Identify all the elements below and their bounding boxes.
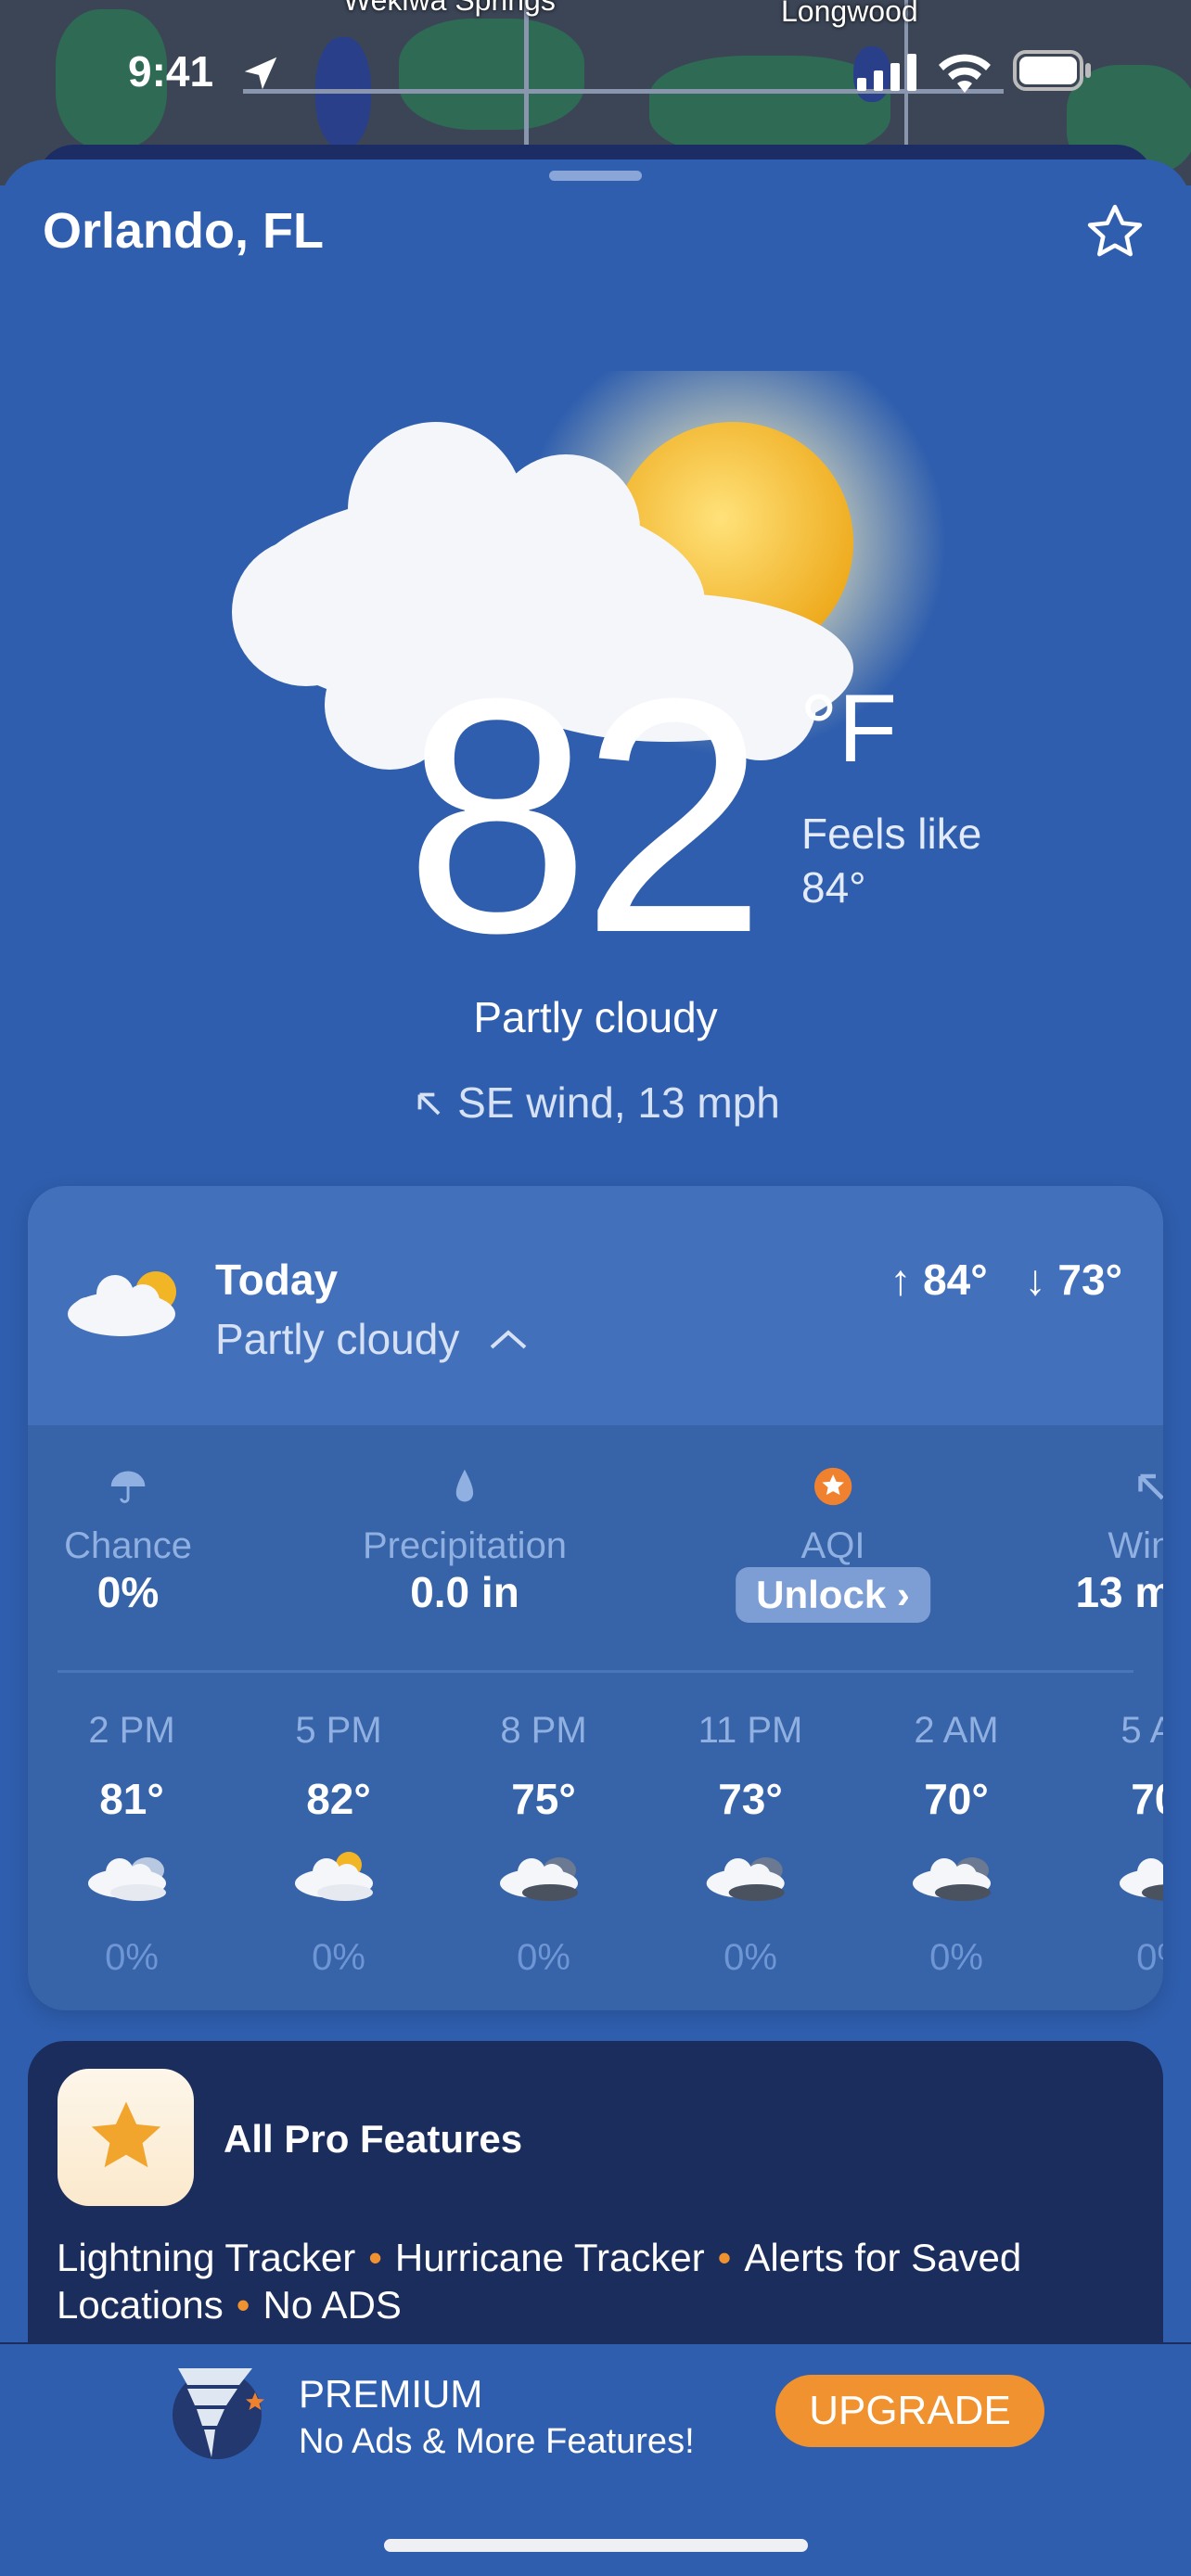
hourly-item: 2 PM 81° 0% xyxy=(81,1710,183,1979)
wifi-icon xyxy=(939,54,991,93)
hour-chance: 0% xyxy=(105,1937,159,1978)
wind-text: SE wind, 13 mph xyxy=(457,1078,780,1127)
city-title: Orlando, FL xyxy=(43,203,324,259)
feature-item: Lightning Tracker xyxy=(57,2236,356,2279)
temperature-unit[interactable]: °F xyxy=(800,681,897,777)
hour-temp: 75° xyxy=(511,1775,576,1823)
stat-chance: Chance 0% xyxy=(64,1466,192,1617)
stat-label: AQI xyxy=(800,1525,865,1566)
today-header[interactable]: Today Partly cloudy ↑ 84° ↓ 73° xyxy=(28,1186,1163,1425)
hour-temp: 73° xyxy=(718,1775,783,1823)
stat-value: 13 mph xyxy=(1075,1568,1163,1616)
hour-chance: 0% xyxy=(929,1937,983,1978)
arrow-up-left-icon xyxy=(417,1092,441,1116)
stat-label: Precipitation xyxy=(362,1525,568,1566)
today-forecast-card: Today Partly cloudy ↑ 84° ↓ 73° Chance 0%… xyxy=(28,1186,1163,2010)
bullet: • xyxy=(368,2236,382,2279)
hour-temp: 70° xyxy=(1131,1775,1163,1823)
stat-label: Chance xyxy=(64,1525,192,1566)
drop-icon xyxy=(455,1469,474,1502)
hourly-item: 5 PM 82° 0% xyxy=(288,1710,390,1979)
pro-title: All Pro Features xyxy=(224,2117,523,2161)
hour-time: 11 PM xyxy=(698,1710,803,1751)
current-temperature: 82 xyxy=(404,630,766,1002)
hourly-item: 11 PM 73° 0% xyxy=(698,1710,803,1979)
feature-item: Hurricane Tracker xyxy=(394,2236,705,2279)
location-arrow-icon xyxy=(244,57,277,90)
stat-label: Wind xyxy=(1108,1525,1163,1566)
map-label: Longwood xyxy=(781,0,918,28)
hour-time: 2 AM xyxy=(914,1710,999,1751)
today-title: Today xyxy=(215,1256,339,1304)
star-icon xyxy=(91,2101,161,2168)
partly-cloudy-icon xyxy=(288,1844,390,1913)
upgrade-button[interactable]: UPGRADE xyxy=(775,2375,1044,2447)
hourly-item: 5 AM 70° 0% xyxy=(1112,1710,1163,1979)
cloudy-night-icon xyxy=(905,1844,1007,1913)
premium-subtitle: No Ads & More Features! xyxy=(299,2422,695,2461)
hourly-item: 8 PM 75° 0% xyxy=(493,1710,595,1979)
map-label: Wekiwa Springs xyxy=(343,0,556,17)
hour-temp: 82° xyxy=(306,1775,371,1823)
high-low: ↑ 84° ↓ 73° xyxy=(890,1255,1122,1305)
low-temp: ↓ 73° xyxy=(1024,1256,1122,1304)
hour-time: 5 AM xyxy=(1121,1710,1163,1751)
star-outline-icon[interactable] xyxy=(1083,200,1146,263)
hour-time: 5 PM xyxy=(295,1710,382,1751)
divider xyxy=(58,1670,1133,1673)
aqi-unlock-button[interactable]: Unlock › xyxy=(736,1567,930,1623)
feature-item: Alerts for Saved xyxy=(744,2236,1022,2279)
hour-chance: 0% xyxy=(312,1937,365,1978)
bullet: • xyxy=(236,2283,250,2327)
hour-chance: 0% xyxy=(1136,1937,1163,1978)
current-condition: Partly cloudy xyxy=(473,993,718,1041)
hour-temp: 81° xyxy=(99,1775,164,1823)
stat-value: 0.0 in xyxy=(410,1568,519,1616)
tornado-logo-icon xyxy=(173,2368,264,2459)
cloudy-night-icon xyxy=(493,1844,595,1913)
sheet-grabber[interactable] xyxy=(549,171,642,181)
feels-like-value: 84° xyxy=(801,863,866,912)
hourly-item: 2 AM 70° 0% xyxy=(905,1710,1007,1979)
partly-cloudy-icon xyxy=(68,1271,176,1336)
signal-icon xyxy=(857,54,916,91)
status-time: 9:41 xyxy=(128,47,214,96)
umbrella-icon xyxy=(110,1471,146,1503)
stat-precipitation: Precipitation 0.0 in xyxy=(363,1466,567,1617)
hour-chance: 0% xyxy=(517,1937,570,1978)
cloudy-icon xyxy=(81,1844,183,1913)
cloudy-night-icon xyxy=(698,1844,803,1913)
pro-app-icon xyxy=(58,2069,194,2206)
stat-aqi: AQI Unlock › xyxy=(736,1466,930,1623)
feature-item: Locations xyxy=(57,2283,224,2327)
cloudy-night-icon xyxy=(1112,1844,1163,1913)
wind-summary: SE wind, 13 mph xyxy=(0,1078,1191,1128)
feels-like-label: Feels like xyxy=(801,810,982,858)
bullet: • xyxy=(717,2236,732,2279)
chevron-up-icon[interactable] xyxy=(486,1323,531,1357)
today-condition: Partly cloudy xyxy=(215,1315,460,1363)
home-indicator[interactable] xyxy=(384,2539,808,2552)
stat-value: 0% xyxy=(96,1568,160,1616)
high-temp: ↑ 84° xyxy=(890,1256,988,1304)
stat-wind: Wind 13 mph xyxy=(1075,1466,1163,1617)
premium-title: PREMIUM xyxy=(299,2372,483,2416)
feature-item: No ADS xyxy=(263,2283,402,2327)
pro-star-badge-icon xyxy=(813,1467,852,1506)
hour-time: 2 PM xyxy=(88,1710,175,1751)
battery-icon xyxy=(1013,50,1091,91)
pro-feature-list: Lightning Tracker • Hurricane Tracker • Aler… xyxy=(57,2234,1142,2328)
hour-temp: 70° xyxy=(924,1775,989,1823)
hour-time: 8 PM xyxy=(500,1710,587,1751)
hour-chance: 0% xyxy=(724,1937,777,1978)
wind-arrow-icon xyxy=(1137,1473,1163,1500)
